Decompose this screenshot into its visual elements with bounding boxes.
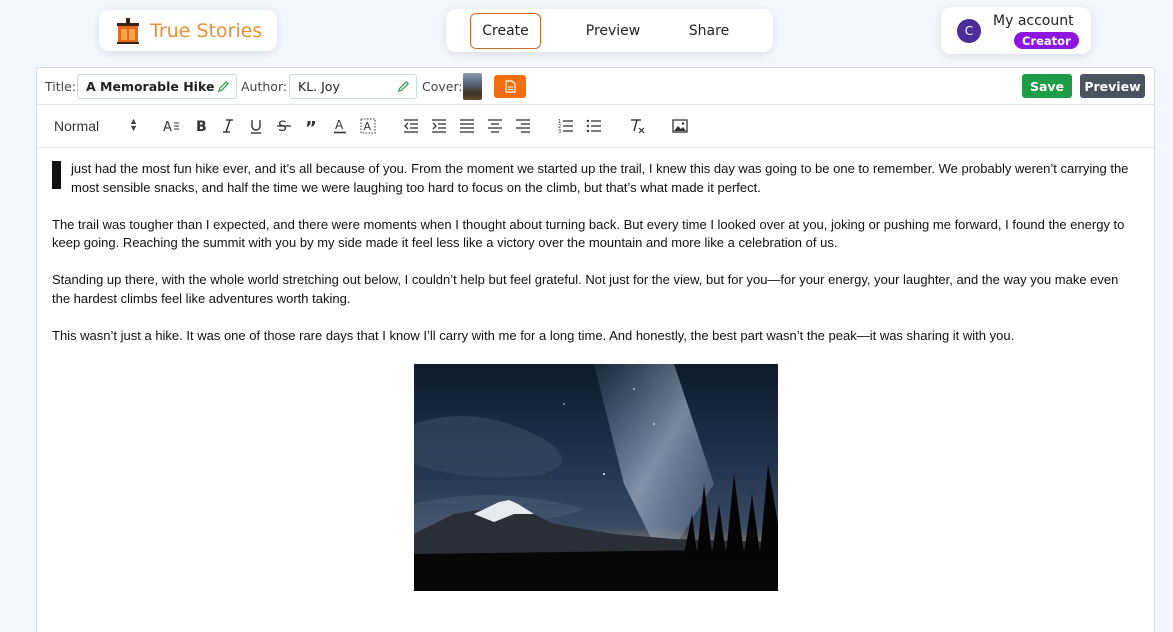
- author-value: KL. Joy: [298, 79, 340, 94]
- paragraph-format-select[interactable]: Normal ▲ ▼: [54, 116, 140, 136]
- title-value: A Memorable Hike: [86, 79, 215, 94]
- highlight-icon[interactable]: A: [359, 117, 377, 135]
- story-paragraph: This wasn’t just a hike. It was one of t…: [52, 327, 1015, 343]
- italic-icon[interactable]: [219, 117, 237, 135]
- format-toolbar: Normal ▲▼ A B S ” A A 123: [37, 105, 1154, 148]
- align-left-icon[interactable]: [458, 117, 476, 135]
- document-icon: [504, 80, 516, 93]
- select-arrows-icon: ▲ ▼: [129, 116, 138, 133]
- avatar: C: [957, 19, 981, 43]
- format-value: Normal: [54, 118, 100, 134]
- pencil-icon[interactable]: [397, 80, 410, 93]
- story-content[interactable]: I just had the most fun hike ever, and i…: [37, 148, 1154, 591]
- pencil-icon[interactable]: [217, 80, 230, 93]
- svg-text:A: A: [364, 120, 372, 133]
- insert-image-icon[interactable]: [671, 117, 689, 135]
- role-badge: Creator: [1014, 32, 1079, 49]
- preview-button[interactable]: Preview: [1080, 74, 1145, 98]
- story-paragraph: I just had the most fun hike ever, and i…: [52, 160, 1139, 197]
- bullet-list-icon[interactable]: [585, 117, 603, 135]
- cover-label: Cover:: [422, 79, 463, 94]
- author-label: Author:: [241, 79, 288, 94]
- svg-text:A: A: [163, 120, 172, 134]
- svg-text:B: B: [196, 119, 207, 134]
- story-paragraph: The trail was tougher than I expected, a…: [52, 216, 1125, 251]
- underline-icon[interactable]: [247, 117, 265, 135]
- brand-name: True Stories: [150, 19, 263, 42]
- strikethrough-icon[interactable]: S: [275, 117, 293, 135]
- bold-icon[interactable]: B: [192, 117, 210, 135]
- outdent-icon[interactable]: [402, 117, 420, 135]
- main-nav: Create Preview Share: [446, 9, 773, 52]
- cover-upload-button[interactable]: [494, 75, 526, 98]
- tab-create[interactable]: Create: [470, 12, 541, 49]
- text-color-icon[interactable]: A: [331, 117, 349, 135]
- brand-logo-card[interactable]: True Stories: [99, 10, 277, 51]
- svg-text:A: A: [335, 118, 344, 132]
- story-meta-bar: Title: A Memorable Hike Author: KL. Joy …: [37, 68, 1154, 105]
- svg-text:”: ”: [305, 118, 317, 134]
- font-size-icon[interactable]: A: [162, 117, 180, 135]
- ordered-list-icon[interactable]: 123: [557, 117, 575, 135]
- title-field[interactable]: A Memorable Hike: [77, 74, 237, 99]
- tab-share[interactable]: Share: [681, 13, 737, 49]
- clear-format-icon[interactable]: [628, 117, 646, 135]
- story-paragraph: Standing up there, with the whole world …: [52, 272, 1119, 306]
- account-menu[interactable]: C My account Creator: [941, 7, 1091, 54]
- svg-text:3: 3: [558, 129, 561, 134]
- cover-thumbnail[interactable]: [463, 73, 482, 100]
- align-center-icon[interactable]: [486, 117, 504, 135]
- lantern-icon: [117, 17, 139, 44]
- save-button[interactable]: Save: [1022, 74, 1072, 98]
- title-label: Title:: [45, 79, 76, 94]
- align-right-icon[interactable]: [514, 117, 532, 135]
- author-field[interactable]: KL. Joy: [289, 74, 417, 99]
- indent-icon[interactable]: [430, 117, 448, 135]
- tab-preview[interactable]: Preview: [577, 13, 649, 49]
- dropcap: I: [52, 161, 61, 189]
- blockquote-icon[interactable]: ”: [303, 117, 321, 135]
- account-label: My account: [993, 13, 1074, 29]
- night-sky-mountain-image: [413, 363, 778, 591]
- story-image[interactable]: [413, 363, 778, 591]
- story-editor: Title: A Memorable Hike Author: KL. Joy …: [36, 67, 1155, 632]
